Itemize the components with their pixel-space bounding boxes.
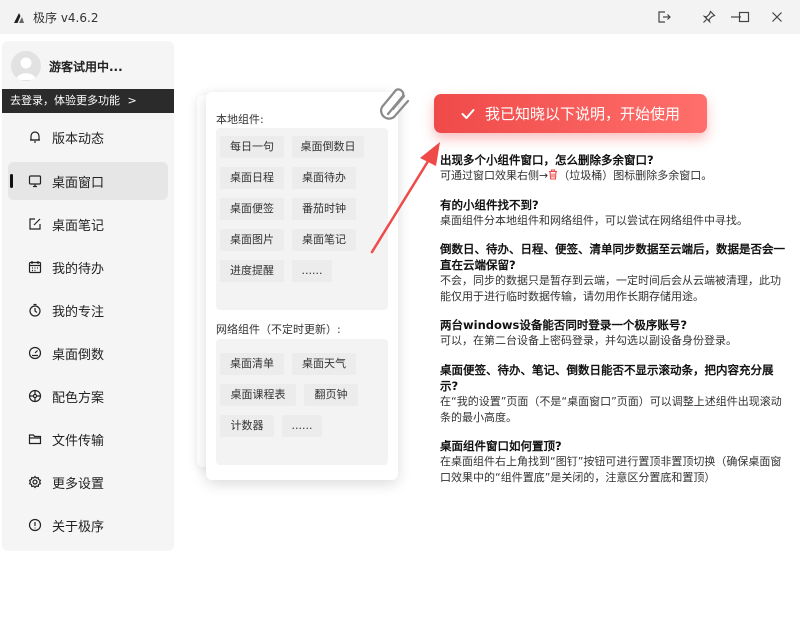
- login-prompt-text: 去登录，体验更多功能: [10, 94, 120, 107]
- faq-answer: 可通过窗口效果右侧→ （垃圾桶）图标删除多余窗口。: [440, 168, 785, 184]
- sidebar-item-desktop-countdown[interactable]: 桌面倒数: [2, 334, 174, 372]
- faq-answer: 不会，同步的数据只是暂存到云端，一定时间后会从云端被清理，此功能仅用于进行临时数…: [440, 274, 781, 303]
- widget-chip[interactable]: 桌面清单: [220, 353, 284, 375]
- pin-button[interactable]: [700, 8, 718, 26]
- sidebar-item-desktop-window[interactable]: 桌面窗口: [2, 162, 174, 200]
- monitor-icon: [27, 173, 43, 189]
- sidebar-item-version-news[interactable]: 版本动态: [2, 118, 174, 156]
- login-prompt-bar[interactable]: 去登录，体验更多功能 >: [2, 89, 174, 113]
- widget-chip[interactable]: 桌面笔记: [292, 229, 356, 251]
- title-bar: 极序 v4.6.2: [0, 0, 800, 34]
- app-title: 极序 v4.6.2: [33, 11, 99, 25]
- faq-question: 倒数日、待办、日程、便签、清单同步数据至云端后，数据是否会一直在云端保留?: [440, 242, 785, 272]
- widget-chip[interactable]: 桌面倒数日: [292, 136, 364, 158]
- faq-item: 桌面组件窗口如何置顶? 在桌面组件右上角找到“图钉”按钮可进行置顶非置顶切换（确…: [440, 438, 785, 485]
- sidebar-item-color-scheme[interactable]: 配色方案: [2, 377, 174, 415]
- network-widgets-title: 网络组件（不定时更新）:: [216, 323, 341, 336]
- widget-chip[interactable]: 桌面待办: [292, 167, 356, 189]
- faq-question: 出现多个小组件窗口，怎么删除多余窗口?: [440, 153, 654, 167]
- avatar: [11, 51, 41, 81]
- widget-chip-more[interactable]: ......: [282, 415, 322, 437]
- chevron-right-icon: >: [127, 94, 137, 107]
- faq-answer-text: （垃圾桶）图标删除多余窗口。: [558, 169, 713, 182]
- widget-chip[interactable]: 桌面便签: [220, 198, 284, 220]
- sidebar-item-label: 桌面笔记: [52, 218, 105, 234]
- widget-chip[interactable]: 桌面图片: [220, 229, 284, 251]
- app-logo-icon: [14, 13, 24, 23]
- widget-chip[interactable]: 每日一句: [220, 136, 284, 158]
- palette-icon: [27, 388, 43, 404]
- faq-question: 桌面组件窗口如何置顶?: [440, 439, 562, 453]
- maximize-button[interactable]: [735, 8, 753, 26]
- calendar-icon: [27, 259, 43, 275]
- widget-chip[interactable]: 桌面天气: [292, 353, 356, 375]
- paperclip-icon: [380, 88, 410, 120]
- bell-icon: [27, 129, 43, 145]
- sidebar-item-my-focus[interactable]: 我的专注: [2, 291, 174, 329]
- sidebar-item-label: 关于极序: [52, 519, 105, 535]
- user-card[interactable]: 游客试用中...: [2, 41, 174, 89]
- widget-chip-more[interactable]: ......: [292, 260, 332, 282]
- sidebar-item-label: 更多设置: [52, 476, 105, 492]
- faq-answer: 桌面组件分本地组件和网络组件，可以尝试在网络组件中寻找。: [440, 214, 748, 227]
- sidebar-item-label: 桌面窗口: [52, 175, 105, 191]
- faq-item: 两台windows设备能否同时登录一个极序账号? 可以，在第二台设备上密码登录，…: [440, 317, 785, 349]
- local-widgets-title: 本地组件:: [216, 113, 264, 126]
- sidebar-item-label: 桌面倒数: [52, 347, 105, 363]
- close-button[interactable]: [768, 8, 786, 26]
- faq-answer: 可以，在第二台设备上密码登录，并勾选以副设备身份登录。: [440, 334, 737, 347]
- close-icon: [772, 12, 782, 22]
- user-avatar-icon: [16, 57, 36, 80]
- sidebar-item-desktop-notes[interactable]: 桌面笔记: [2, 205, 174, 243]
- gear-icon: [27, 474, 43, 490]
- sidebar-item-my-todo[interactable]: 我的待办: [2, 248, 174, 286]
- widget-chip[interactable]: 番茄时钟: [292, 198, 356, 220]
- faq-answer: 在桌面组件右上角找到“图钉”按钮可进行置顶非置顶切换（确保桌面窗口效果中的“组件…: [440, 455, 782, 484]
- pin-icon: [702, 10, 716, 24]
- sidebar-item-label: 配色方案: [52, 390, 105, 406]
- sidebar-item-label: 我的专注: [52, 304, 105, 320]
- timer-icon: [27, 302, 43, 318]
- widget-chip[interactable]: 翻页钟: [304, 384, 358, 406]
- faq-question: 两台windows设备能否同时登录一个极序账号?: [440, 318, 688, 332]
- faq-answer: 在“我的设置”页面（不是“桌面窗口”页面）可以调整上述组件出现滚动条的最小高度。: [440, 395, 782, 424]
- widget-chip[interactable]: 桌面课程表: [220, 384, 296, 406]
- widget-chip[interactable]: 计数器: [220, 415, 274, 437]
- acknowledge-start-button[interactable]: 我已知晓以下说明，开始使用: [434, 94, 707, 133]
- faq-question: 有的小组件找不到?: [440, 198, 539, 212]
- faq-item: 倒数日、待办、日程、便签、清单同步数据至云端后，数据是否会一直在云端保留? 不会…: [440, 241, 785, 304]
- gauge-icon: [27, 345, 43, 361]
- sidebar-item-label: 文件传输: [52, 433, 105, 449]
- active-marker: [10, 174, 13, 188]
- folder-icon: [27, 431, 43, 447]
- exit-icon: [658, 11, 671, 23]
- faq-item: 出现多个小组件窗口，怎么删除多余窗口? 可通过窗口效果右侧→ （垃圾桶）图标删除多…: [440, 152, 785, 184]
- sidebar-item-file-transfer[interactable]: 文件传输: [2, 420, 174, 458]
- sidebar-item-label: 我的待办: [52, 261, 105, 277]
- widget-chip[interactable]: 进度提醒: [220, 260, 284, 282]
- note-edit-icon: [27, 216, 43, 232]
- maximize-icon: [738, 11, 750, 23]
- faq-item: 有的小组件找不到? 桌面组件分本地组件和网络组件，可以尝试在网络组件中寻找。: [440, 197, 785, 229]
- widget-chip[interactable]: 桌面日程: [220, 167, 284, 189]
- check-icon: [461, 108, 475, 119]
- acknowledge-start-label: 我已知晓以下说明，开始使用: [484, 105, 680, 123]
- sidebar-item-about[interactable]: 关于极序: [2, 506, 174, 544]
- user-name: 游客试用中...: [49, 60, 123, 74]
- faq-answer-text: 可通过窗口效果右侧→: [440, 169, 549, 182]
- sidebar-item-label: 版本动态: [52, 131, 105, 147]
- trash-icon: [549, 169, 558, 180]
- info-icon: [27, 517, 43, 533]
- faq-item: 桌面便签、待办、笔记、倒数日能否不显示滚动条，把内容充分展示? 在“我的设置”页…: [440, 362, 785, 425]
- network-widgets-group: 桌面清单 桌面天气 桌面课程表 翻页钟 计数器 ......: [216, 339, 388, 465]
- sidebar-item-more-settings[interactable]: 更多设置: [2, 463, 174, 501]
- faq-question: 桌面便签、待办、笔记、倒数日能否不显示滚动条，把内容充分展示?: [440, 363, 774, 393]
- exit-button[interactable]: [655, 8, 673, 26]
